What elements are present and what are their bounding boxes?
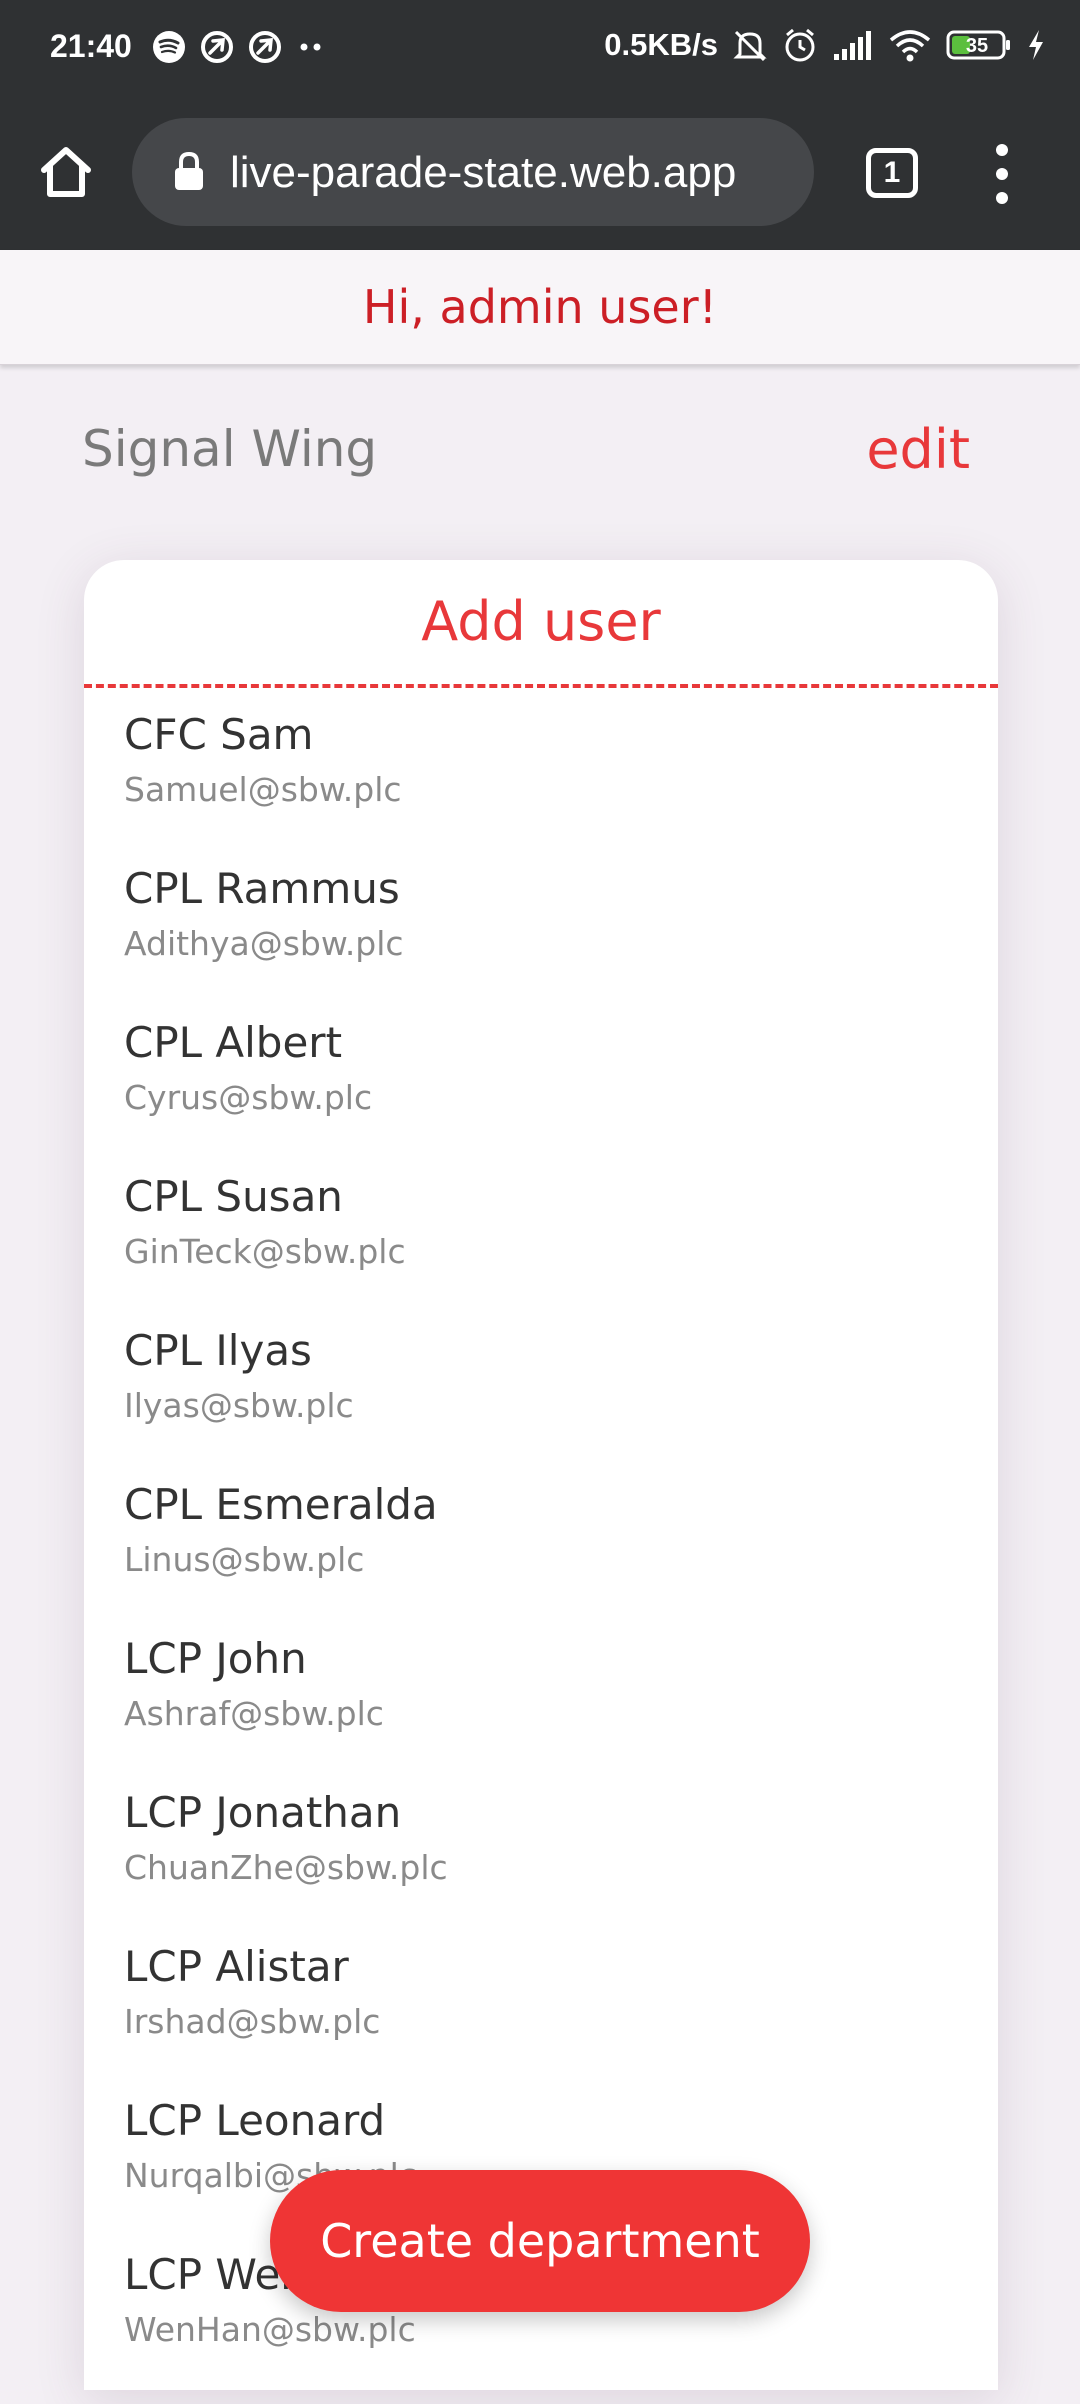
user-list: CFC Sam Samuel@sbw.plc CPL Rammus Adithy… (84, 710, 998, 2404)
list-item[interactable]: LCP Jonathan ChuanZhe@sbw.plc (84, 1788, 998, 1942)
list-item[interactable]: CPL Ilyas Ilyas@sbw.plc (84, 1326, 998, 1480)
user-email: Ashraf@sbw.plc (124, 1694, 384, 1733)
address-bar[interactable]: live-parade-state.web.app (132, 118, 814, 226)
greeting-text: Hi, admin user! (362, 280, 718, 334)
users-card: Add user CFC Sam Samuel@sbw.plc CPL Ramm… (84, 560, 998, 2390)
status-left-icons (152, 30, 326, 64)
user-email: ChuanZhe@sbw.plc (124, 1848, 448, 1887)
user-name: LCP Jonathan (124, 1788, 402, 1837)
user-name: CPL Albert (124, 1018, 343, 1067)
list-item[interactable]: CPL Albert Cyrus@sbw.plc (84, 1018, 998, 1172)
status-time: 21:40 (50, 28, 132, 64)
greeting-header: Hi, admin user! (0, 250, 1080, 365)
user-name: LCP John (124, 1634, 307, 1683)
list-item[interactable]: LCP John Ashraf@sbw.plc (84, 1634, 998, 1788)
user-name: CPL Ilyas (124, 1326, 312, 1375)
status-right: 0.5KB/s 35 (604, 26, 1046, 64)
tab-switcher-button[interactable]: 1 (866, 148, 918, 198)
user-name: CPL Rammus (124, 864, 400, 913)
user-email: WenHan@sbw.plc (124, 2310, 416, 2349)
list-item[interactable]: CFC Sam Samuel@sbw.plc (84, 710, 998, 864)
browser-toolbar: live-parade-state.web.app 1 (0, 96, 1080, 250)
vpn-icon (249, 31, 281, 63)
department-name: Signal Wing (82, 420, 378, 478)
user-name: CFC Sam (124, 710, 314, 759)
battery-icon: 35 (946, 30, 1010, 60)
user-name: LCP Alistar (124, 1942, 349, 1991)
card-header: Add user (84, 560, 998, 688)
list-item[interactable]: CPL Susan GinTeck@sbw.plc (84, 1172, 998, 1326)
wifi-icon (889, 30, 931, 62)
home-icon[interactable] (36, 142, 96, 202)
user-name: CPL Susan (124, 1172, 343, 1221)
network-speed: 0.5KB/s (604, 27, 718, 62)
user-email: Cyrus@sbw.plc (124, 1078, 373, 1117)
lock-icon (175, 151, 203, 190)
user-email: Adithya@sbw.plc (124, 924, 404, 963)
alarm-icon (785, 28, 815, 62)
battery-level: 35 (966, 35, 988, 57)
status-bar: 21:40 0.5KB/s 35 (0, 0, 1080, 96)
url-text: live-parade-state.web.app (230, 148, 737, 197)
user-email: Samuel@sbw.plc (124, 770, 402, 809)
overflow-menu-icon[interactable] (986, 144, 1020, 204)
edit-department-link[interactable]: edit (866, 418, 970, 481)
more-notifications-icon (300, 43, 321, 51)
vpn-icon (201, 31, 233, 63)
list-item[interactable]: CPL Esmeralda Linus@sbw.plc (84, 1480, 998, 1634)
charging-icon (1029, 30, 1043, 60)
user-name: LCP Leonard (124, 2096, 386, 2145)
list-item[interactable]: LCP Alistar Irshad@sbw.plc (84, 1942, 998, 2096)
user-email: GinTeck@sbw.plc (124, 1232, 406, 1271)
user-email: Ilyas@sbw.plc (124, 1386, 354, 1425)
create-department-button[interactable]: Create department (270, 2170, 810, 2312)
menu-dot (996, 144, 1008, 156)
user-email: Irshad@sbw.plc (124, 2002, 381, 2041)
user-email: Linus@sbw.plc (124, 1540, 365, 1579)
add-user-button[interactable]: Add user (84, 590, 998, 653)
menu-dot (996, 168, 1008, 180)
spotify-icon (153, 31, 185, 63)
menu-dot (996, 192, 1008, 204)
list-item[interactable]: CPL Rammus Adithya@sbw.plc (84, 864, 998, 1018)
signal-icon (834, 31, 871, 60)
user-name: CPL Esmeralda (124, 1480, 438, 1529)
mute-icon (733, 30, 767, 62)
